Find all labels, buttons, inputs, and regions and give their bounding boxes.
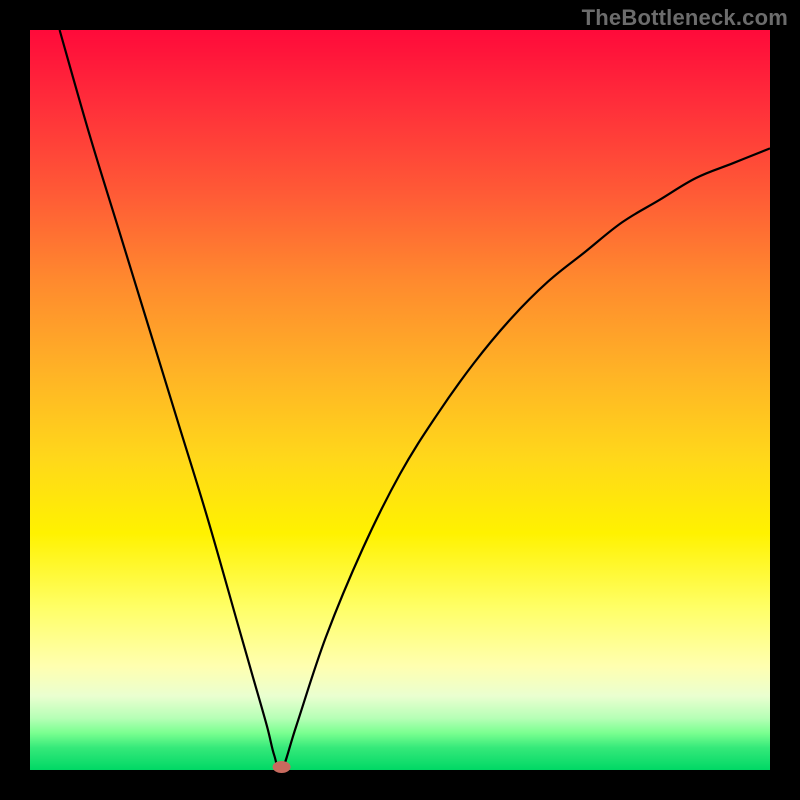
watermark-text: TheBottleneck.com (582, 5, 788, 31)
plot-area (30, 30, 770, 770)
chart-frame: TheBottleneck.com (0, 0, 800, 800)
optimal-point-marker (273, 761, 291, 773)
bottleneck-curve (60, 30, 770, 771)
curve-svg (30, 30, 770, 770)
